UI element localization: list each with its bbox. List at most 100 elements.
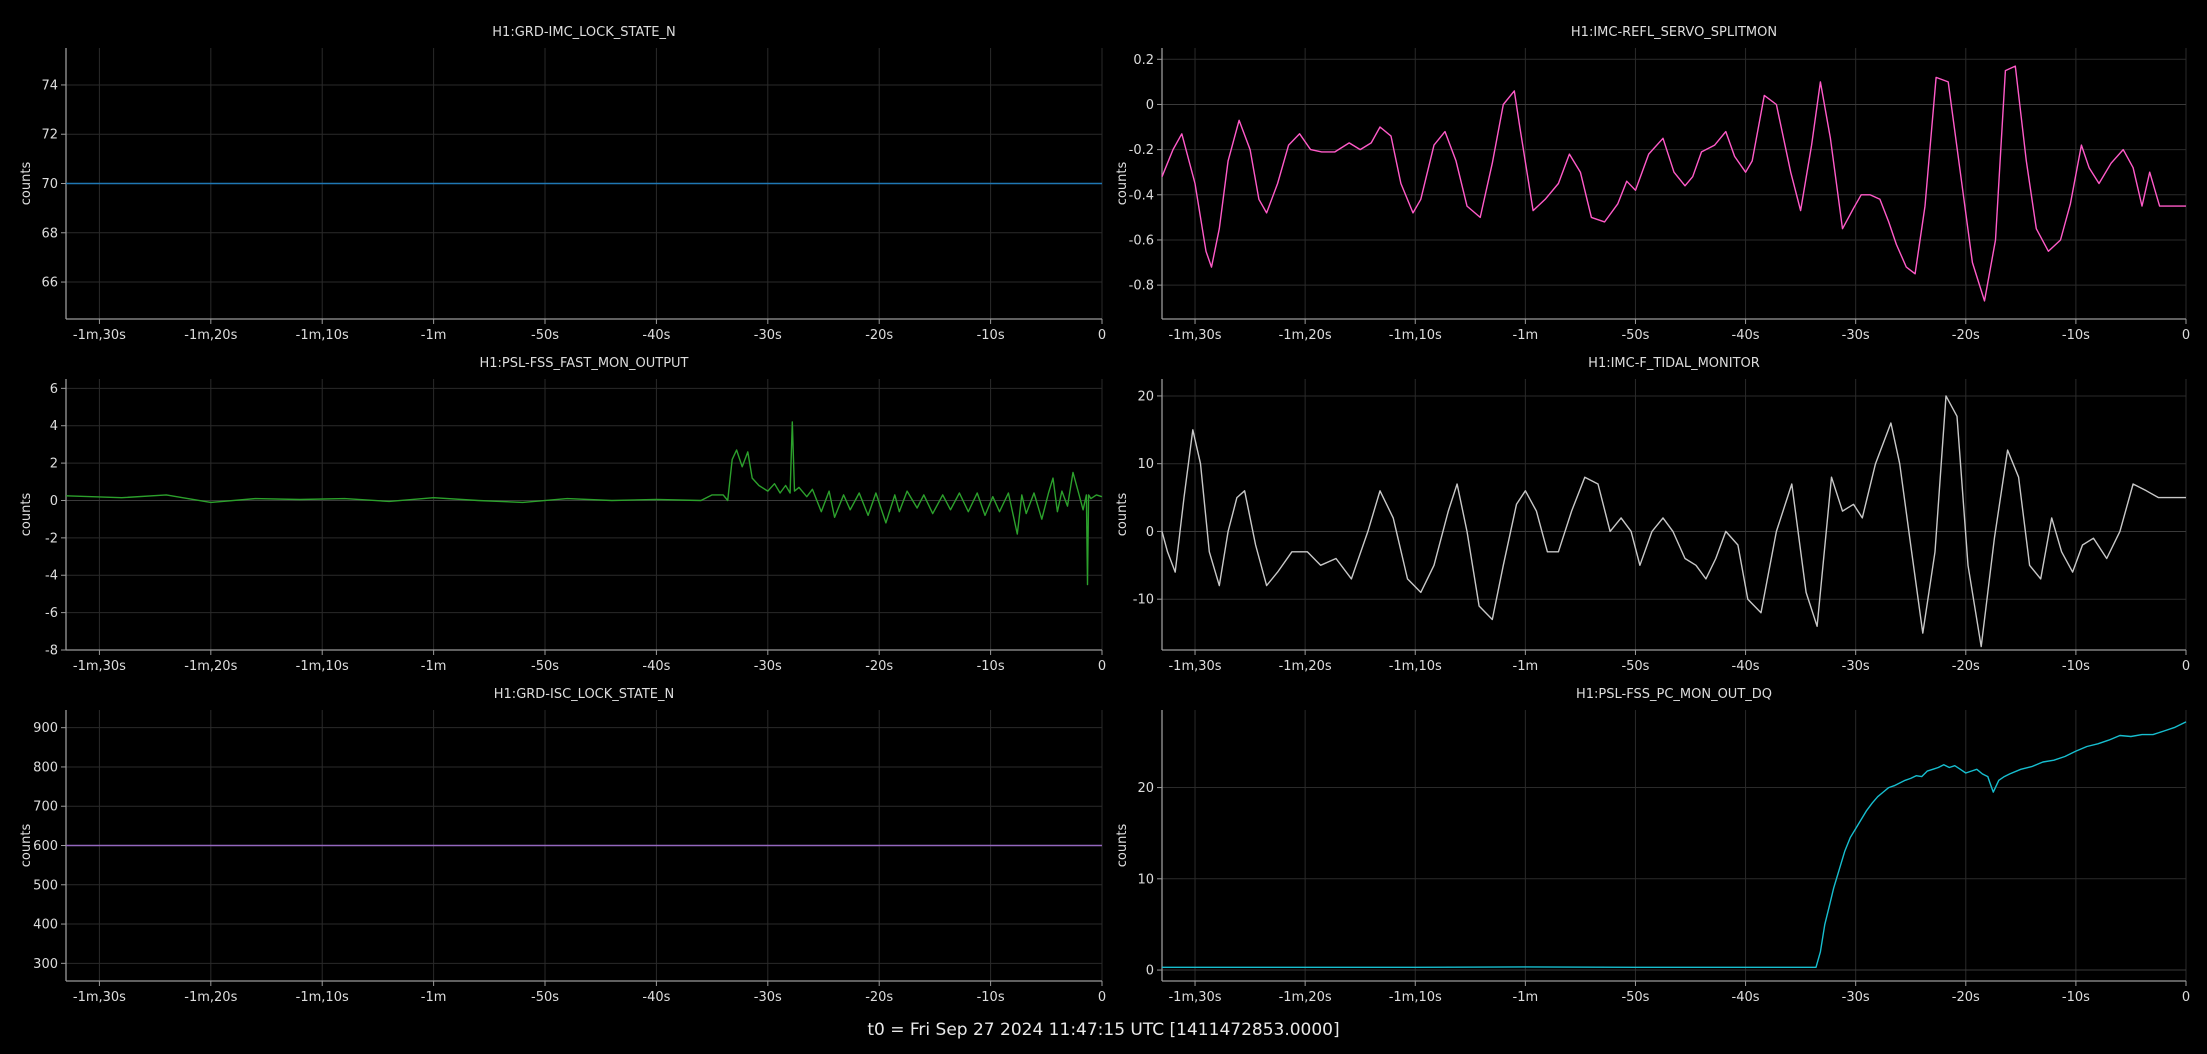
- y-tick-label: -0.2: [1129, 143, 1154, 158]
- y-tick-label: 500: [33, 878, 58, 893]
- x-tick-label: -20s: [1952, 659, 1980, 674]
- panel-3: H1:PSL-FSS_FAST_MON_OUTPUT -1m,30s -1m,20s…: [19, 356, 1106, 674]
- x-tick-label: -1m,20s: [184, 328, 237, 343]
- x-tick-label: -20s: [1952, 990, 1980, 1005]
- y-tick-label: 400: [33, 918, 58, 933]
- series-line: [1162, 721, 2187, 968]
- y-tick-label: 20: [1137, 389, 1154, 404]
- x-tick-label: -1m,20s: [1279, 659, 1332, 674]
- plot-grid: H1:GRD-IMC_LOCK_STATE_N -1m,30s -1m,20s -1m…: [19, 25, 2190, 1005]
- x-tick-label: -20s: [865, 328, 893, 343]
- x-tick-label: -50s: [531, 990, 559, 1005]
- x-tick-label: -1m,10s: [296, 328, 349, 343]
- x-tick-label: -50s: [1621, 659, 1649, 674]
- panel-title: H1:GRD-ISC_LOCK_STATE_N: [494, 687, 674, 702]
- x-tick-label: -20s: [865, 990, 893, 1005]
- panel-title: H1:PSL-FSS_PC_MON_OUT_DQ: [1576, 687, 1772, 702]
- y-tick-label: 700: [33, 800, 58, 815]
- y-tick-label: 2: [50, 457, 58, 472]
- panel-title: H1:IMC-F_TIDAL_MONITOR: [1588, 356, 1760, 371]
- y-tick-label: 900: [33, 721, 58, 736]
- x-tick-label: 0: [2182, 328, 2190, 343]
- y-tick-label: -8: [45, 644, 58, 659]
- y-tick-label: 10: [1137, 872, 1154, 887]
- y-axis-label: counts: [19, 493, 34, 537]
- x-tick-label: -50s: [1621, 990, 1649, 1005]
- x-tick-label: -1m,10s: [296, 990, 349, 1005]
- t0-footer: t0 = Fri Sep 27 2024 11:47:15 UTC [14114…: [867, 1020, 1340, 1040]
- y-tick-label: 600: [33, 839, 58, 854]
- x-tick-label: -1m: [421, 990, 447, 1005]
- x-tick-label: -40s: [1732, 328, 1760, 343]
- x-tick-label: -1m,10s: [296, 659, 349, 674]
- x-tick-label: -50s: [531, 328, 559, 343]
- panel-title: H1:PSL-FSS_FAST_MON_OUTPUT: [479, 356, 688, 371]
- x-tick-label: -1m,20s: [1279, 990, 1332, 1005]
- x-tick-label: -40s: [1732, 990, 1760, 1005]
- y-tick-label: 0: [1146, 98, 1154, 113]
- x-tick-label: 0: [1098, 328, 1106, 343]
- y-tick-label: -4: [45, 569, 58, 584]
- x-tick-label: -10s: [977, 328, 1005, 343]
- x-tick-label: -1m,30s: [73, 659, 126, 674]
- x-tick-label: -40s: [1732, 659, 1760, 674]
- y-tick-label: 66: [41, 276, 58, 291]
- y-tick-label: 70: [41, 177, 58, 192]
- x-tick-label: -1m,20s: [1279, 328, 1332, 343]
- panel-4: H1:IMC-F_TIDAL_MONITOR -1m,30s -1m,20s -1m,…: [1115, 356, 2190, 674]
- x-tick-label: -30s: [754, 659, 782, 674]
- y-axis-label: counts: [19, 162, 34, 206]
- y-tick-label: 0: [1146, 525, 1154, 540]
- y-tick-label: 68: [41, 226, 58, 241]
- y-tick-label: -0.6: [1129, 233, 1154, 248]
- y-tick-label: 4: [50, 419, 58, 434]
- x-tick-label: 0: [1098, 659, 1106, 674]
- x-tick-label: -1m,20s: [184, 990, 237, 1005]
- panel-title: H1:IMC-REFL_SERVO_SPLITMON: [1571, 25, 1777, 40]
- y-tick-label: -0.8: [1129, 279, 1154, 294]
- y-tick-label: 20: [1137, 781, 1154, 796]
- x-tick-label: -1m: [1513, 990, 1539, 1005]
- x-tick-label: -1m: [421, 328, 447, 343]
- x-tick-label: -40s: [642, 990, 670, 1005]
- x-tick-label: -20s: [865, 659, 893, 674]
- x-tick-label: -50s: [1621, 328, 1649, 343]
- y-tick-label: 6: [50, 382, 58, 397]
- series-line: [1161, 395, 2186, 648]
- x-tick-label: -1m,10s: [1389, 990, 1442, 1005]
- x-tick-label: -10s: [2062, 659, 2090, 674]
- y-axis-label: counts: [1115, 824, 1130, 868]
- x-tick-label: -30s: [754, 990, 782, 1005]
- x-tick-label: -1m,30s: [73, 328, 126, 343]
- x-tick-label: -20s: [1952, 328, 1980, 343]
- y-axis-label: counts: [1115, 162, 1130, 206]
- x-tick-label: -40s: [642, 659, 670, 674]
- panel-6: H1:PSL-FSS_PC_MON_OUT_DQ -1m,30s -1m,20s -1…: [1115, 687, 2190, 1005]
- panel-title: H1:GRD-IMC_LOCK_STATE_N: [492, 25, 675, 40]
- y-tick-label: -10: [1133, 593, 1154, 608]
- x-tick-label: -1m,30s: [1168, 659, 1221, 674]
- panel-5: H1:GRD-ISC_LOCK_STATE_N -1m,30s -1m,20s -1m…: [19, 687, 1106, 1005]
- x-tick-label: -1m,10s: [1389, 659, 1442, 674]
- panel-2: H1:IMC-REFL_SERVO_SPLITMON -1m,30s -1m,20s…: [1115, 25, 2190, 343]
- y-axis-label: counts: [1115, 493, 1130, 537]
- x-tick-label: -1m,10s: [1389, 328, 1442, 343]
- y-tick-label: 300: [33, 957, 58, 972]
- series-line: [65, 421, 1103, 586]
- y-tick-label: -0.4: [1129, 188, 1154, 203]
- x-tick-label: -1m: [421, 659, 447, 674]
- y-tick-label: 0: [50, 494, 58, 509]
- x-tick-label: -1m: [1513, 328, 1539, 343]
- y-tick-label: 800: [33, 760, 58, 775]
- y-tick-label: 0.2: [1133, 53, 1154, 68]
- x-tick-label: -50s: [531, 659, 559, 674]
- y-tick-label: -2: [45, 531, 58, 546]
- x-tick-label: -10s: [977, 659, 1005, 674]
- x-tick-label: -30s: [1842, 990, 1870, 1005]
- x-tick-label: -10s: [2062, 328, 2090, 343]
- y-tick-label: 10: [1137, 457, 1154, 472]
- x-tick-label: -40s: [642, 328, 670, 343]
- series-line: [1161, 65, 2186, 302]
- x-tick-label: -1m,30s: [1168, 990, 1221, 1005]
- x-tick-label: -30s: [1842, 659, 1870, 674]
